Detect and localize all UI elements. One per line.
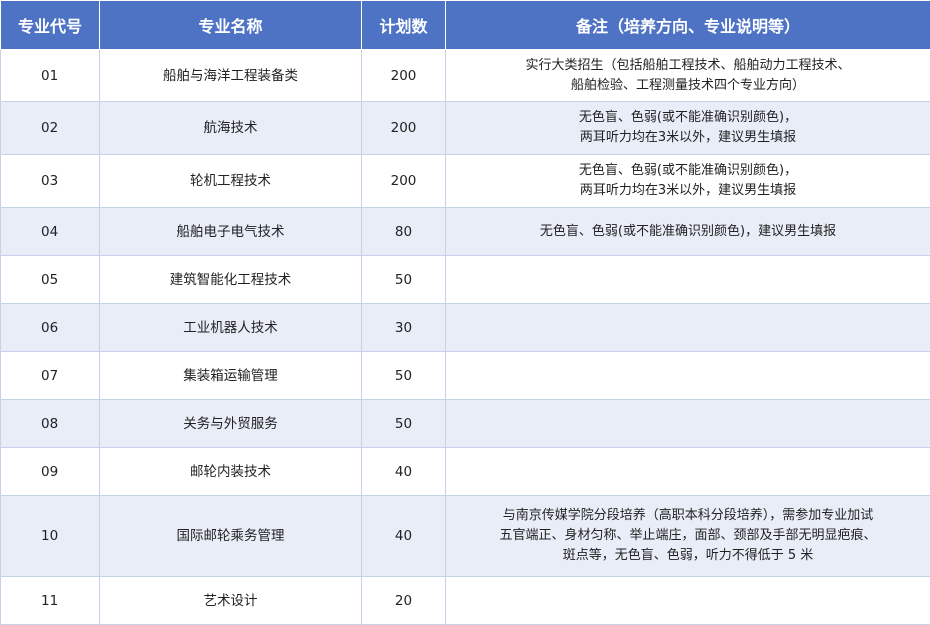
remarks-line: 无色盲、色弱(或不能准确识别颜色)，建议男生填报 [539, 223, 837, 239]
header-major-name: 专业名称 [99, 0, 362, 50]
cell-remarks: 无色盲、色弱(或不能准确识别颜色)，建议男生填报 [445, 207, 930, 256]
header-plan-count: 计划数 [361, 0, 446, 50]
cell-remarks: 无色盲、色弱(或不能准确识别颜色)， 两耳听力均在3米以外，建议男生填报 [445, 101, 930, 155]
cell-plan-count: 200 [361, 154, 446, 208]
cell-major-code: 05 [0, 255, 100, 304]
cell-major-name: 船舶电子电气技术 [99, 207, 362, 256]
cell-remarks [445, 351, 930, 400]
cell-plan-count: 20 [361, 576, 446, 625]
cell-plan-count: 200 [361, 101, 446, 155]
remarks-line: 无色盲、色弱(或不能准确识别颜色)， [578, 110, 798, 125]
enrollment-plan-table: 专业代号 专业名称 计划数 备注（培养方向、专业说明等） 01 船舶与海洋工程装备… [0, 0, 930, 625]
cell-major-code: 06 [0, 303, 100, 352]
cell-major-name: 船舶与海洋工程装备类 [99, 49, 362, 102]
table-row: 03 轮机工程技术 200 无色盲、色弱(或不能准确识别颜色)， 两耳听力均在3米以外，… [0, 154, 930, 208]
cell-plan-count: 40 [361, 495, 446, 577]
cell-remarks: 与南京传媒学院分段培养（高职本科分段培养），需参加专业加试 五官端正、身材匀称、举… [445, 495, 930, 577]
cell-major-code: 02 [0, 101, 100, 155]
cell-remarks [445, 303, 930, 352]
table-row: 02 航海技术 200 无色盲、色弱(或不能准确识别颜色)， 两耳听力均在3米以外，建议… [0, 101, 930, 155]
remarks-line: 无色盲、色弱(或不能准确识别颜色)， [578, 163, 798, 178]
cell-major-name: 国际邮轮乘务管理 [99, 495, 362, 577]
table-body: 01 船舶与海洋工程装备类 200 实行大类招生（包括船舶工程技术、船舶动力工程技术、… [0, 49, 930, 625]
cell-remarks [445, 399, 930, 448]
table-row: 01 船舶与海洋工程装备类 200 实行大类招生（包括船舶工程技术、船舶动力工程技术、… [0, 49, 930, 102]
cell-major-code: 04 [0, 207, 100, 256]
cell-remarks [445, 255, 930, 304]
table-row: 09 邮轮内装技术 40 [0, 447, 930, 496]
cell-major-code: 11 [0, 576, 100, 625]
cell-plan-count: 200 [361, 49, 446, 102]
cell-major-code: 10 [0, 495, 100, 577]
cell-major-name: 航海技术 [99, 101, 362, 155]
cell-major-name: 关务与外贸服务 [99, 399, 362, 448]
header-remarks: 备注（培养方向、专业说明等） [445, 0, 930, 50]
cell-remarks [445, 576, 930, 625]
remarks-line: 两耳听力均在3米以外，建议男生填报 [579, 183, 797, 198]
table-row: 05 建筑智能化工程技术 50 [0, 255, 930, 304]
remarks-line: 五官端正、身材匀称、举止端庄，面部、颈部及手部无明显疤痕、 [499, 528, 877, 543]
cell-remarks [445, 447, 930, 496]
remarks-line: 两耳听力均在3米以外，建议男生填报 [579, 130, 797, 145]
table-row: 04 船舶电子电气技术 80 无色盲、色弱(或不能准确识别颜色)，建议男生填报 [0, 207, 930, 256]
remarks-line: 斑点等，无色盲、色弱，听力不得低于 5 米 [562, 548, 814, 563]
remarks-line: 与南京传媒学院分段培养（高职本科分段培养），需参加专业加试 [502, 508, 874, 523]
cell-major-code: 07 [0, 351, 100, 400]
remarks-line: 船舶检验、工程测量技术四个专业方向） [570, 77, 805, 93]
cell-plan-count: 30 [361, 303, 446, 352]
cell-major-name: 建筑智能化工程技术 [99, 255, 362, 304]
header-major-code: 专业代号 [0, 0, 100, 50]
table-header-row: 专业代号 专业名称 计划数 备注（培养方向、专业说明等） [0, 0, 930, 50]
cell-major-code: 03 [0, 154, 100, 208]
table-row: 08 关务与外贸服务 50 [0, 399, 930, 448]
cell-plan-count: 80 [361, 207, 446, 256]
cell-major-code: 08 [0, 399, 100, 448]
cell-plan-count: 50 [361, 255, 446, 304]
table-row: 06 工业机器人技术 30 [0, 303, 930, 352]
table-row: 10 国际邮轮乘务管理 40 与南京传媒学院分段培养（高职本科分段培养），需参加专业加… [0, 495, 930, 577]
cell-major-name: 艺术设计 [99, 576, 362, 625]
cell-major-name: 工业机器人技术 [99, 303, 362, 352]
cell-major-name: 集装箱运输管理 [99, 351, 362, 400]
remarks-line: 实行大类招生（包括船舶工程技术、船舶动力工程技术、 [525, 57, 851, 73]
cell-plan-count: 50 [361, 399, 446, 448]
cell-major-name: 轮机工程技术 [99, 154, 362, 208]
cell-major-code: 01 [0, 49, 100, 102]
table-row: 11 艺术设计 20 [0, 576, 930, 625]
table-row: 07 集装箱运输管理 50 [0, 351, 930, 400]
cell-major-name: 邮轮内装技术 [99, 447, 362, 496]
cell-plan-count: 50 [361, 351, 446, 400]
cell-remarks: 无色盲、色弱(或不能准确识别颜色)， 两耳听力均在3米以外，建议男生填报 [445, 154, 930, 208]
cell-remarks: 实行大类招生（包括船舶工程技术、船舶动力工程技术、 船舶检验、工程测量技术四个专业… [445, 49, 930, 102]
cell-plan-count: 40 [361, 447, 446, 496]
cell-major-code: 09 [0, 447, 100, 496]
